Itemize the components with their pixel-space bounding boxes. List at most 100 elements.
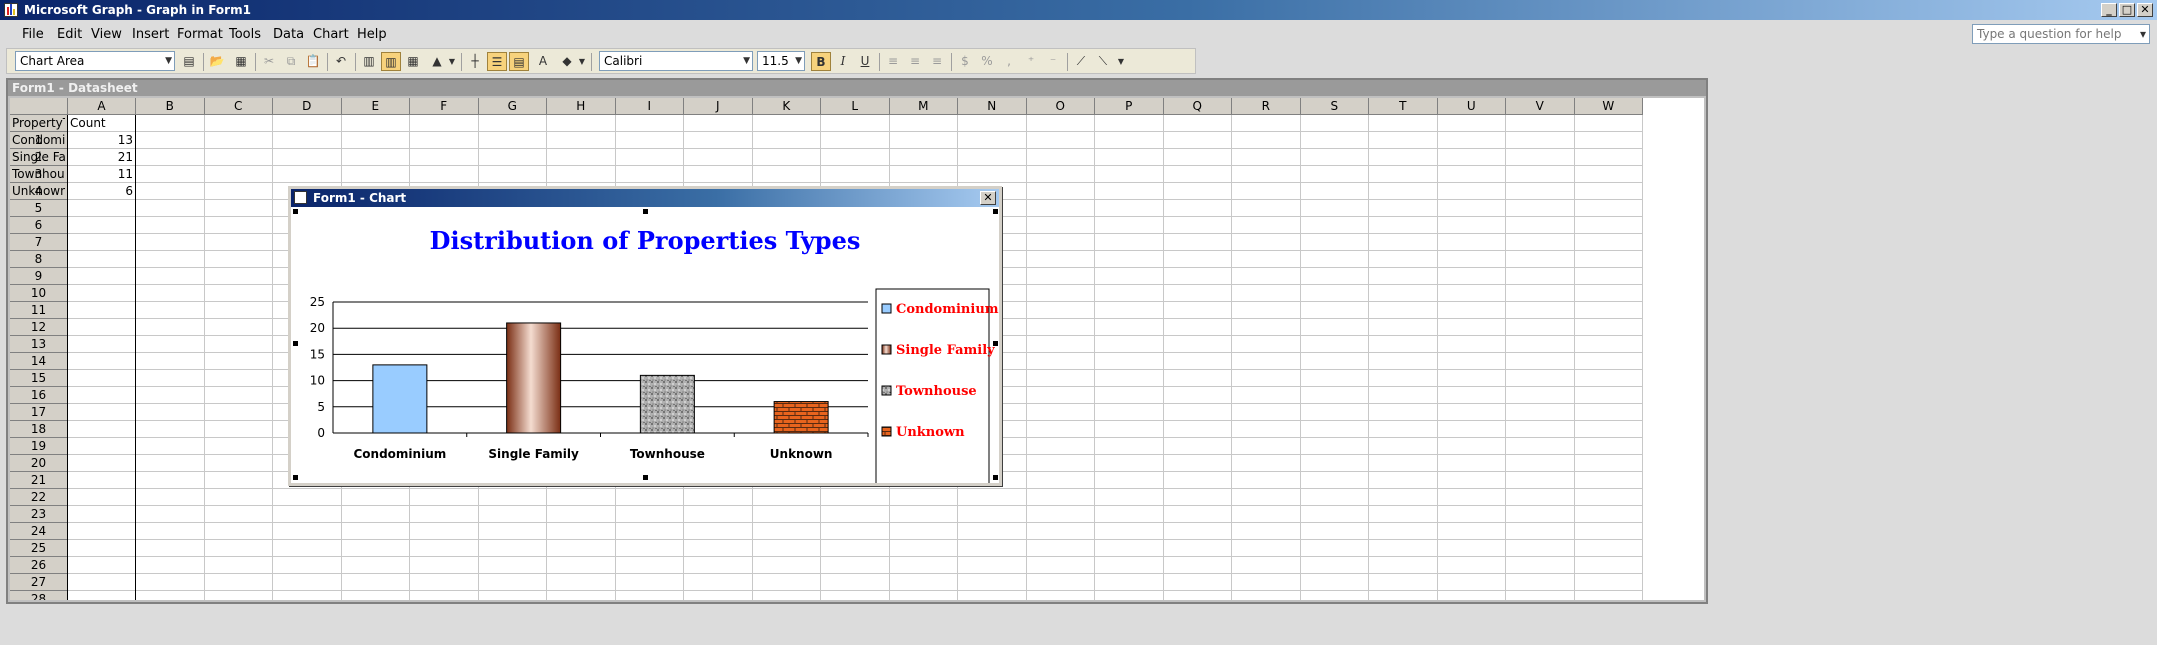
format-chart-area-icon[interactable]: ▤ <box>179 52 199 71</box>
row-header-9[interactable]: 9 <box>10 268 68 285</box>
menu-data[interactable]: Data <box>273 27 304 42</box>
menu-insert[interactable]: Insert <box>132 27 169 42</box>
data-table-icon[interactable]: ▦ <box>403 52 423 71</box>
row-header-26[interactable]: 26 <box>10 557 68 574</box>
chart-window[interactable]: Form1 - Chart ✕ Distribution of Properti… <box>288 186 1002 486</box>
row-header-8[interactable]: 8 <box>10 251 68 268</box>
menu-edit[interactable]: Edit <box>57 27 82 42</box>
menu-chart[interactable]: Chart <box>313 27 349 42</box>
row-header-6[interactable]: 6 <box>10 217 68 234</box>
menu-tools[interactable]: Tools <box>229 27 261 42</box>
drawing-icon[interactable]: A <box>533 52 553 71</box>
chevron-down-icon[interactable]: ▾ <box>2140 25 2146 43</box>
row-label-cell[interactable]: Unknown <box>12 183 65 200</box>
angle-counterclockwise-icon[interactable]: ⟋ <box>1071 52 1091 71</box>
bold-button[interactable]: B <box>811 52 831 71</box>
value-axis-gridlines-icon[interactable]: ☰ <box>487 52 507 71</box>
maximize-button[interactable]: □ <box>2119 3 2135 17</box>
help-search-box[interactable]: Type a question for help ▾ <box>1972 24 2150 44</box>
column-header-m[interactable]: M <box>889 98 958 115</box>
column-header-v[interactable]: V <box>1506 98 1575 115</box>
comma-style-icon[interactable]: , <box>999 52 1019 71</box>
column-header-d[interactable]: D <box>273 98 342 115</box>
row-header-19[interactable]: 19 <box>10 438 68 455</box>
column-header-a[interactable]: A <box>68 98 136 115</box>
undo-icon[interactable]: ↶ <box>331 52 351 71</box>
row-header-21[interactable]: 21 <box>10 472 68 489</box>
row-label-cell[interactable]: Single Famil <box>12 149 65 166</box>
align-center-icon[interactable]: ≡ <box>905 52 925 71</box>
chart-objects-dropdown[interactable]: Chart Area ▼ <box>15 51 175 71</box>
column-header-k[interactable]: K <box>752 98 821 115</box>
series-label-cell[interactable]: PropertyTyp <box>12 115 65 132</box>
chart-area[interactable]: Distribution of Properties Types 0 5 10 15 20… <box>291 207 999 483</box>
increase-decimal-icon[interactable]: ⁺ <box>1021 52 1041 71</box>
column-header-j[interactable]: J <box>684 98 753 115</box>
close-button[interactable]: ✕ <box>980 191 996 205</box>
row-header-18[interactable]: 18 <box>10 421 68 438</box>
chevron-down-icon[interactable]: ▼ <box>447 52 457 71</box>
data-cell[interactable]: 13 <box>70 132 133 149</box>
row-label-cell[interactable]: Condominiu <box>12 132 65 149</box>
data-cell[interactable]: 6 <box>70 183 133 200</box>
row-header-14[interactable]: 14 <box>10 353 68 370</box>
row-header-5[interactable]: 5 <box>10 200 68 217</box>
fill-color-icon[interactable]: ◆ <box>557 52 577 71</box>
row-header-10[interactable]: 10 <box>10 285 68 302</box>
column-header-e[interactable]: E <box>341 98 410 115</box>
menu-view[interactable]: View <box>91 27 122 42</box>
import-file-icon[interactable]: 📂 <box>207 52 227 71</box>
data-cell[interactable]: 21 <box>70 149 133 166</box>
column-header-o[interactable]: O <box>1026 98 1095 115</box>
row-header-27[interactable]: 27 <box>10 574 68 591</box>
cut-icon[interactable]: ✂ <box>259 52 279 71</box>
minimize-button[interactable]: _ <box>2101 3 2117 17</box>
row-header-17[interactable]: 17 <box>10 404 68 421</box>
row-header-25[interactable]: 25 <box>10 540 68 557</box>
menu-help[interactable]: Help <box>357 27 387 42</box>
column-header-f[interactable]: F <box>410 98 479 115</box>
by-row-icon[interactable]: ▥ <box>359 52 379 71</box>
row-header-22[interactable]: 22 <box>10 489 68 506</box>
currency-button[interactable]: $ <box>955 52 975 71</box>
row-header-24[interactable]: 24 <box>10 523 68 540</box>
by-column-icon[interactable]: ▥ <box>381 52 401 71</box>
chevron-down-icon[interactable]: ▼ <box>577 52 587 71</box>
row-header-15[interactable]: 15 <box>10 370 68 387</box>
column-header-u[interactable]: U <box>1437 98 1506 115</box>
column-header-i[interactable]: I <box>615 98 684 115</box>
row-header-11[interactable]: 11 <box>10 302 68 319</box>
data-cell[interactable]: 11 <box>70 166 133 183</box>
row-header-23[interactable]: 23 <box>10 506 68 523</box>
font-dropdown[interactable]: Calibri ▼ <box>599 51 753 71</box>
column-header-g[interactable]: G <box>478 98 547 115</box>
column-header-r[interactable]: R <box>1232 98 1301 115</box>
column-header-t[interactable]: T <box>1369 98 1438 115</box>
column-header-p[interactable]: P <box>1095 98 1164 115</box>
paste-icon[interactable]: 📋 <box>303 52 323 71</box>
column-header-h[interactable]: H <box>547 98 616 115</box>
angle-clockwise-icon[interactable]: ⟍ <box>1093 52 1113 71</box>
row-header-13[interactable]: 13 <box>10 336 68 353</box>
column-header-q[interactable]: Q <box>1163 98 1232 115</box>
row-header-20[interactable]: 20 <box>10 455 68 472</box>
align-left-icon[interactable]: ≡ <box>883 52 903 71</box>
underline-button[interactable]: U <box>855 52 875 71</box>
row-header-7[interactable]: 7 <box>10 234 68 251</box>
italic-button[interactable]: I <box>833 52 853 71</box>
column-header-b[interactable]: B <box>136 98 205 115</box>
row-label-cell[interactable]: Townhouse <box>12 166 65 183</box>
column-header-l[interactable]: L <box>821 98 890 115</box>
close-button[interactable]: ✕ <box>2137 3 2153 17</box>
column-header-c[interactable]: C <box>204 98 273 115</box>
row-header-12[interactable]: 12 <box>10 319 68 336</box>
legend-icon[interactable]: ▤ <box>509 52 529 71</box>
select-all-corner[interactable] <box>10 98 68 115</box>
font-size-dropdown[interactable]: 11.5 ▼ <box>757 51 805 71</box>
toolbar-options-icon[interactable]: ▼ <box>1115 52 1127 71</box>
percent-button[interactable]: % <box>977 52 997 71</box>
column-header-n[interactable]: N <box>958 98 1027 115</box>
align-right-icon[interactable]: ≡ <box>927 52 947 71</box>
column-header-w[interactable]: W <box>1574 98 1643 115</box>
column-header-s[interactable]: S <box>1300 98 1369 115</box>
